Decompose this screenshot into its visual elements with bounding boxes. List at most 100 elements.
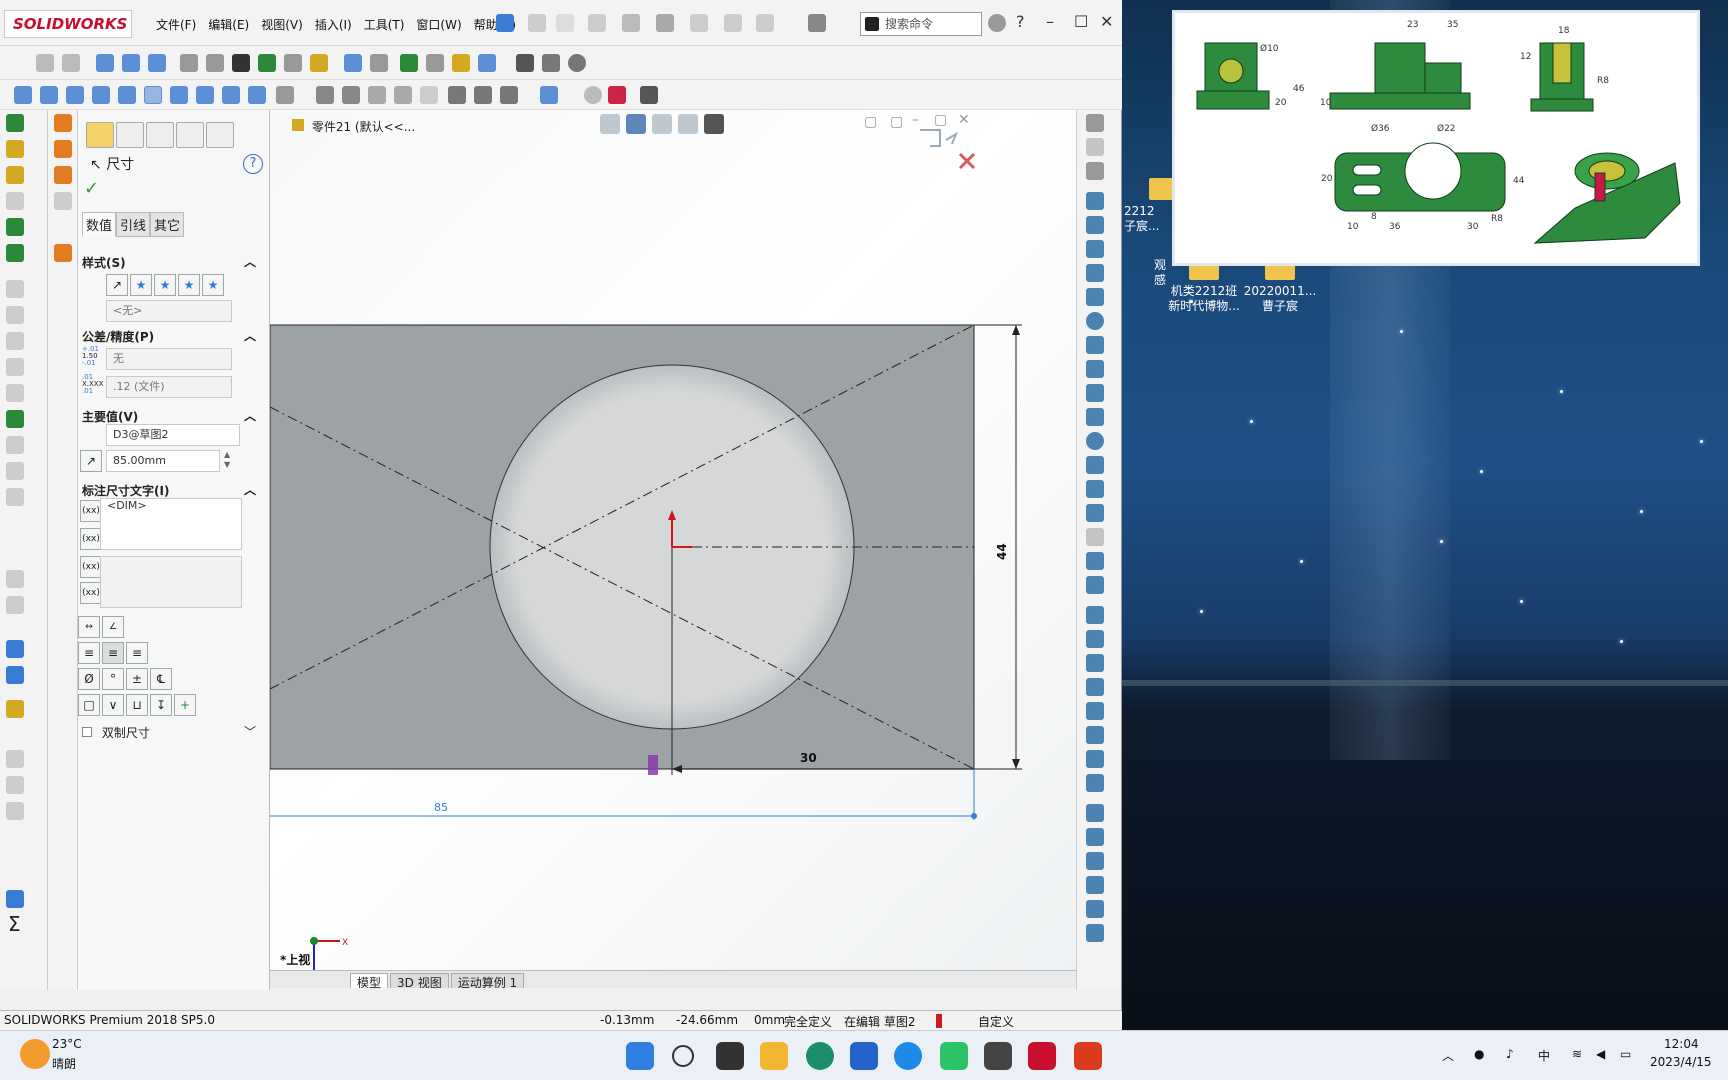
dual-dimension-row[interactable]: 双制尺寸 ﹀ [82, 724, 262, 741]
dual-dimension-checkbox[interactable] [82, 727, 92, 737]
scene-icon[interactable] [584, 86, 602, 104]
text-xx-icon[interactable]: (xx) [80, 500, 102, 522]
plane-icon[interactable] [1086, 504, 1104, 522]
desktop-icon-student-folder[interactable]: 20220011... 曹子宸 [1240, 258, 1320, 314]
reference-geometry-icon[interactable] [6, 640, 24, 658]
arc-icon[interactable] [1086, 336, 1104, 354]
feature-tool-icon[interactable] [258, 54, 276, 72]
counterbore-symbol-icon[interactable]: ⊔ [126, 694, 148, 716]
menu-view[interactable]: 视图(V) [255, 14, 309, 35]
property-manager-tab[interactable] [116, 122, 144, 148]
text-xx-icon[interactable]: (xx) [80, 582, 102, 604]
feature-tool-icon[interactable] [542, 54, 560, 72]
dimension-text-44[interactable]: 44 [995, 543, 1009, 560]
new-file-icon[interactable] [556, 14, 574, 32]
dimension-text-85[interactable]: 85 [434, 801, 448, 814]
pin-icon[interactable] [496, 14, 514, 32]
view-icon[interactable] [420, 86, 438, 104]
convert-entities-icon[interactable] [1086, 630, 1104, 648]
home-icon[interactable] [528, 14, 546, 32]
display-manager-tab[interactable] [206, 122, 234, 148]
view-icon[interactable] [40, 86, 58, 104]
text-icon[interactable] [1086, 528, 1104, 546]
weather-icon[interactable] [20, 1039, 50, 1069]
feature-tool-icon[interactable] [400, 54, 418, 72]
tab-model[interactable]: 模型 [350, 973, 389, 988]
tray-overflow-icon[interactable]: ︿ [1442, 1047, 1454, 1064]
feature-tool-icon[interactable] [344, 54, 362, 72]
qq-tray-icon[interactable]: ● [1474, 1047, 1484, 1061]
help-icon[interactable]: ? [243, 154, 263, 174]
start-windows-icon[interactable] [626, 1042, 654, 1070]
view-icon[interactable] [448, 86, 466, 104]
offset-icon[interactable] [1086, 654, 1104, 672]
loft-icon[interactable] [6, 192, 24, 210]
shell-icon[interactable] [54, 244, 72, 262]
trim-icon[interactable] [1086, 606, 1104, 624]
task-view-icon[interactable] [716, 1042, 744, 1070]
help-menu-icon[interactable]: ? [1016, 12, 1025, 31]
clock-time[interactable]: 12:04 [1664, 1037, 1699, 1051]
curves-icon[interactable] [6, 666, 24, 684]
wechat-icon[interactable] [940, 1042, 968, 1070]
user-icon[interactable] [988, 14, 1006, 32]
undo-icon[interactable] [690, 14, 708, 32]
edge-browser-icon[interactable] [806, 1042, 834, 1070]
primary-value-section-header[interactable]: 主要值(V) ︿ [82, 408, 262, 425]
desktop-icon-class-folder[interactable]: 机类2212班 新时代博物... [1164, 258, 1244, 314]
solidworks-logo[interactable]: SOLIDWORKS [4, 10, 132, 38]
microphone-icon[interactable]: ♪ [1506, 1047, 1514, 1061]
feature-tool-icon[interactable] [452, 54, 470, 72]
feature-icon[interactable] [6, 358, 24, 376]
tab-leader[interactable]: 引线 [116, 212, 151, 237]
style-save-icon[interactable]: ★ [178, 274, 200, 296]
circle-icon[interactable] [1086, 312, 1104, 330]
open-icon[interactable] [588, 14, 606, 32]
more-symbols-icon[interactable]: + [174, 694, 196, 716]
battery-icon[interactable]: ▭ [1620, 1047, 1631, 1061]
minimize-button[interactable]: – [1046, 12, 1054, 31]
weather-text[interactable]: 晴朗 [52, 1055, 76, 1072]
dimension-handle[interactable] [971, 813, 977, 819]
pattern-icon[interactable] [54, 140, 72, 158]
style-load-icon[interactable]: ★ [202, 274, 224, 296]
feature-tool-icon[interactable] [478, 54, 496, 72]
style-add-icon[interactable]: ★ [130, 274, 152, 296]
view-icon[interactable] [14, 86, 32, 104]
3d-sketch-icon[interactable] [1086, 138, 1104, 156]
measure-icon[interactable] [6, 890, 24, 908]
rectangle-icon[interactable] [1086, 264, 1104, 282]
feature-tool-icon[interactable] [426, 54, 444, 72]
style-select[interactable]: <无> [106, 300, 232, 322]
save-icon[interactable] [622, 14, 640, 32]
search-icon[interactable] [672, 1045, 694, 1067]
pen-icon[interactable] [516, 54, 534, 72]
feature-tool-icon[interactable] [96, 54, 114, 72]
tab-value[interactable]: 数值 [82, 212, 117, 237]
polygon-icon[interactable] [1086, 384, 1104, 402]
extrude-icon[interactable] [6, 114, 24, 132]
linear-pattern-icon[interactable] [1086, 702, 1104, 720]
dimension-text-area[interactable]: <DIM> [100, 498, 242, 550]
select-icon[interactable] [724, 14, 742, 32]
spline-icon[interactable] [1086, 408, 1104, 426]
exit-sketch-icon[interactable] [1086, 114, 1104, 132]
view-icon[interactable] [500, 86, 518, 104]
value-spinner[interactable]: ▲ ▼ [224, 450, 230, 470]
point-icon[interactable] [1086, 480, 1104, 498]
feature-tool-icon[interactable] [180, 54, 198, 72]
feature-icon[interactable] [6, 306, 24, 324]
view-icon[interactable] [474, 86, 492, 104]
feature-tool-icon[interactable] [232, 54, 250, 72]
parallelogram-icon[interactable] [1086, 288, 1104, 306]
draft-icon[interactable] [54, 192, 72, 210]
boundary-icon[interactable] [6, 218, 24, 236]
temperature[interactable]: 23°C [52, 1037, 82, 1051]
feature-icon[interactable] [6, 462, 24, 480]
view-icon[interactable] [92, 86, 110, 104]
ellipse-icon[interactable] [1086, 432, 1104, 450]
box-app-icon[interactable] [984, 1042, 1012, 1070]
diameter-symbol-icon[interactable]: Ø [78, 668, 100, 690]
view-icon[interactable] [118, 86, 136, 104]
style-apply-icon[interactable]: ↗ [106, 274, 128, 296]
